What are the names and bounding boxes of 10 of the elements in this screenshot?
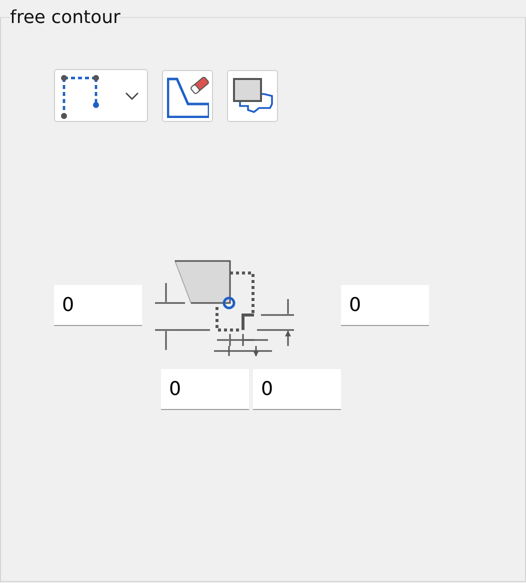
point-mode-dropdown[interactable]	[54, 69, 148, 122]
offset-field[interactable]: 0	[161, 369, 249, 410]
offset-field[interactable]: 0	[341, 284, 429, 326]
offset-field[interactable]: 0	[54, 284, 142, 326]
corner-points-icon	[59, 72, 101, 118]
caret-icon	[125, 92, 139, 100]
erase-contour-button[interactable]	[162, 70, 213, 122]
stock-contour-button[interactable]	[227, 70, 278, 122]
stock-contour-icon	[232, 76, 274, 116]
offset-field[interactable]: 0	[253, 369, 341, 410]
